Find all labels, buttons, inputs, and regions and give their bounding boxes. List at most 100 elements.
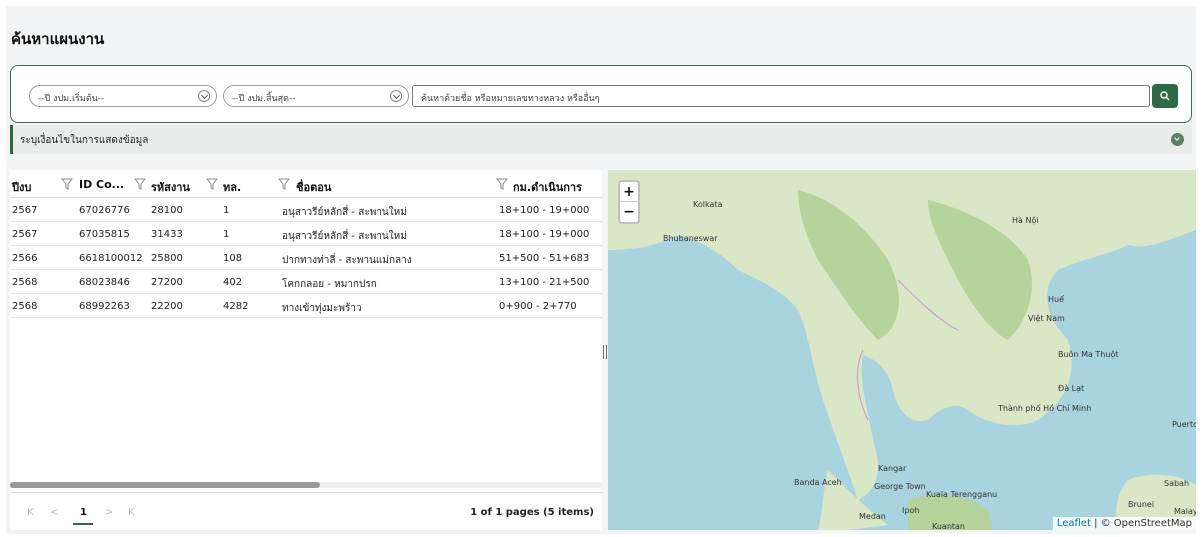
cell-section-name: อนุสาวรีย์หลักสี่ - สะพานใหม่ xyxy=(282,231,407,242)
cell-km: 18+100 - 19+000 xyxy=(499,205,590,216)
map-label: Bhubaneswar xyxy=(663,234,718,243)
map-panel[interactable]: Kolkata Bhubaneswar Hà Nội Huế Việt Nam … xyxy=(608,170,1196,530)
panel-splitter-handle[interactable] xyxy=(603,345,607,359)
cell-km: 13+100 - 21+500 xyxy=(499,277,590,288)
filter-funnel-icon[interactable] xyxy=(61,178,73,190)
cell-highway: 1 xyxy=(223,229,230,240)
attribution-separator: | © xyxy=(1090,518,1114,529)
chevron-down-icon[interactable] xyxy=(1171,133,1184,146)
map-attribution: Leaflet | © OpenStreetMap xyxy=(1052,517,1196,530)
map-label: Ipoh xyxy=(902,506,920,515)
year-start-select[interactable]: --ปี งปม.เริ่มต้น-- xyxy=(29,85,217,107)
map-label: Kolkata xyxy=(693,200,723,209)
map-label: Kuantan xyxy=(932,522,965,530)
map-label: George Town xyxy=(874,482,926,491)
map-label: Malay xyxy=(1174,507,1196,516)
map-label: Đà Lạt xyxy=(1058,384,1085,393)
cell-work-code: 31433 xyxy=(151,229,183,240)
cell-section-name: อนุสาวรีย์หลักสี่ - สะพานใหม่ xyxy=(282,207,407,218)
column-header-highway[interactable]: ทล. xyxy=(223,178,241,196)
cell-work-code: 22200 xyxy=(151,301,183,312)
cell-id: 67026776 xyxy=(79,205,130,216)
cell-section-name: ทางเข้าทุ่งมะพร้าว xyxy=(282,303,362,314)
table-row[interactable]: 2567 67035815 31433 1 อนุสาวรีย์หลักสี่ … xyxy=(10,222,602,246)
chevron-down-icon xyxy=(198,90,210,102)
column-header-km[interactable]: กม.ดำเนินการ xyxy=(513,178,582,196)
map-label: Kangar xyxy=(878,464,907,473)
year-end-select[interactable]: --ปี งปม.สิ้นสุด-- xyxy=(223,85,409,107)
cell-highway: 4282 xyxy=(223,301,249,312)
map-zoom-control: + − xyxy=(618,180,640,224)
pager: K < 1 > K 1 of 1 pages (5 items) xyxy=(10,492,602,530)
chevron-down-icon xyxy=(390,90,402,102)
filter-funnel-icon[interactable] xyxy=(496,178,508,190)
last-page-button[interactable]: K xyxy=(128,507,135,518)
year-start-label: --ปี งปม.เริ่มต้น-- xyxy=(38,94,105,104)
cell-section-name: โคกกลอย - หมากปรก xyxy=(282,279,377,290)
column-header-work-code[interactable]: รหัสงาน xyxy=(151,178,190,196)
map-label: Buôn Ma Thuột xyxy=(1058,350,1119,359)
cell-id: 6618100012 xyxy=(79,253,143,264)
map-label: Hà Nội xyxy=(1012,216,1039,225)
cell-year: 2568 xyxy=(12,277,38,288)
map-label: Việt Nam xyxy=(1028,314,1065,323)
map-label: Sabah xyxy=(1164,479,1190,488)
table-row[interactable]: 2566 6618100012 25800 108 ปากทางท่าลี่ -… xyxy=(10,246,602,270)
cell-highway: 1 xyxy=(223,205,230,216)
condition-bar[interactable]: ระบุเงื่อนไขในการแสดงข้อมูล xyxy=(10,125,1192,154)
cell-id: 68023846 xyxy=(79,277,130,288)
cell-work-code: 28100 xyxy=(151,205,183,216)
cell-highway: 108 xyxy=(223,253,243,264)
map-label: Kuala Terengganu xyxy=(926,490,998,499)
page-title: ค้นหาแผนงาน xyxy=(11,30,105,48)
page-number-button[interactable]: 1 xyxy=(80,507,87,518)
horizontal-scrollbar[interactable] xyxy=(10,482,602,488)
column-header-id[interactable]: ID Co... xyxy=(79,178,124,191)
scrollbar-thumb[interactable] xyxy=(10,482,320,488)
table-row[interactable]: 2568 68992263 22200 4282 ทางเข้าทุ่งมะพร… xyxy=(10,294,602,318)
filter-funnel-icon[interactable] xyxy=(278,178,290,190)
cell-km: 0+900 - 2+770 xyxy=(499,301,577,312)
table-row[interactable]: 2568 68023846 27200 402 โคกกลอย - หมากปร… xyxy=(10,270,602,294)
cell-work-code: 25800 xyxy=(151,253,183,264)
grid-header: ปีงบ ID Co... รหัสงาน ทล. ชื่อตอน กม.ดำเ… xyxy=(10,170,602,198)
column-header-year[interactable]: ปีงบ xyxy=(12,178,31,196)
cell-id: 67035815 xyxy=(79,229,130,240)
table-row[interactable]: 2567 67026776 28100 1 อนุสาวรีย์หลักสี่ … xyxy=(10,198,602,222)
zoom-out-button[interactable]: − xyxy=(620,202,638,222)
map-label: Brunei xyxy=(1128,500,1155,509)
cell-highway: 402 xyxy=(223,277,243,288)
leaflet-link[interactable]: Leaflet xyxy=(1057,518,1091,529)
map-label: Medan xyxy=(859,512,886,521)
year-end-label: --ปี งปม.สิ้นสุด-- xyxy=(232,94,296,104)
condition-bar-label: ระบุเงื่อนไขในการแสดงข้อมูล xyxy=(20,135,149,146)
next-page-button[interactable]: > xyxy=(105,507,113,518)
cell-km: 18+100 - 19+000 xyxy=(499,229,590,240)
map-label: Banda Aceh xyxy=(794,478,842,487)
filter-panel: --ปี งปม.เริ่มต้น-- --ปี งปม.สิ้นสุด-- ค… xyxy=(10,65,1192,123)
prev-page-button[interactable]: < xyxy=(50,507,58,518)
search-button[interactable] xyxy=(1152,84,1178,108)
pager-info: 1 of 1 pages (5 items) xyxy=(470,507,594,518)
cell-year: 2566 xyxy=(12,253,38,264)
search-icon xyxy=(1160,91,1170,101)
cell-year: 2567 xyxy=(12,229,38,240)
map-label: Huế xyxy=(1048,295,1065,304)
results-grid: ปีงบ ID Co... รหัสงาน ทล. ชื่อตอน กม.ดำเ… xyxy=(10,170,602,530)
first-page-button[interactable]: K xyxy=(27,507,34,518)
map-label: Thành phố Hồ Chí Minh xyxy=(998,404,1092,413)
cell-year: 2568 xyxy=(12,301,38,312)
zoom-in-button[interactable]: + xyxy=(620,182,638,202)
filter-funnel-icon[interactable] xyxy=(134,178,146,190)
cell-work-code: 27200 xyxy=(151,277,183,288)
cell-section-name: ปากทางท่าลี่ - สะพานแม่กลาง xyxy=(282,255,412,266)
map-label: Puerto xyxy=(1172,420,1196,429)
cell-km: 51+500 - 51+683 xyxy=(499,253,590,264)
cell-year: 2567 xyxy=(12,205,38,216)
search-input[interactable]: ค้นหาด้วยชื่อ หรือหมายเลขทางหลวง หรืออื่… xyxy=(412,85,1150,107)
current-page-indicator xyxy=(73,523,93,525)
cell-id: 68992263 xyxy=(79,301,130,312)
filter-funnel-icon[interactable] xyxy=(206,178,218,190)
column-header-section-name[interactable]: ชื่อตอน xyxy=(296,178,331,196)
openstreetmap-link[interactable]: OpenStreetMap xyxy=(1114,518,1192,529)
